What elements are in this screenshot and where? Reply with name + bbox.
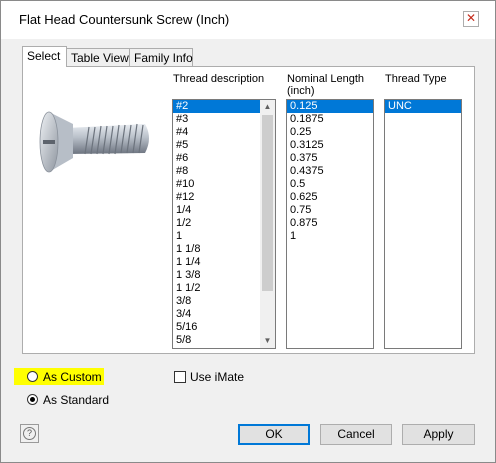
help-button[interactable]: ? bbox=[20, 424, 39, 443]
close-icon: ✕ bbox=[465, 11, 477, 25]
tab-select-label: Select bbox=[27, 49, 61, 63]
use-imate-label: Use iMate bbox=[190, 370, 245, 384]
radio-checked-icon bbox=[27, 394, 38, 405]
scroll-down-arrow-icon[interactable]: ▼ bbox=[260, 334, 275, 348]
thread-description-label: Thread description bbox=[173, 73, 265, 85]
list-item[interactable]: 0.875 bbox=[287, 217, 373, 230]
radio-unchecked-icon bbox=[27, 371, 38, 382]
nominal-length-list[interactable]: 0.125 0.1875 0.25 0.3125 0.375 0.4375 0.5 0.625… bbox=[286, 99, 374, 349]
help-icon: ? bbox=[23, 427, 36, 440]
as-custom-label: As Custom bbox=[43, 370, 102, 384]
tab-table-view-label: Table View bbox=[71, 51, 129, 65]
list-item[interactable]: 1 bbox=[287, 230, 373, 243]
list-item[interactable]: 0.125 bbox=[287, 100, 373, 113]
thread-type-list[interactable]: UNC bbox=[384, 99, 462, 349]
nominal-length-label-line1: Nominal Length bbox=[287, 73, 365, 85]
tab-table-view[interactable]: Table View bbox=[66, 48, 130, 66]
tab-select[interactable]: Select bbox=[22, 46, 67, 67]
as-standard-label: As Standard bbox=[43, 393, 110, 407]
cancel-button[interactable]: Cancel bbox=[320, 424, 392, 445]
checkbox-unchecked-icon bbox=[174, 371, 186, 383]
tab-family-info-label: Family Info bbox=[134, 51, 193, 65]
scrollbar-thumb[interactable] bbox=[262, 115, 273, 291]
list-item[interactable]: UNC bbox=[385, 100, 461, 113]
thread-type-label: Thread Type bbox=[385, 73, 447, 85]
scroll-up-arrow-icon[interactable]: ▲ bbox=[260, 100, 275, 114]
ok-button[interactable]: OK bbox=[238, 424, 310, 445]
apply-button[interactable]: Apply bbox=[402, 424, 475, 445]
list-item[interactable]: 0.4375 bbox=[287, 165, 373, 178]
thread-description-scrollbar[interactable]: ▲ ▼ bbox=[260, 100, 275, 348]
list-item[interactable]: 0.375 bbox=[287, 152, 373, 165]
list-item[interactable]: 0.625 bbox=[287, 191, 373, 204]
list-item[interactable]: 0.3125 bbox=[287, 139, 373, 152]
window-title: Flat Head Countersunk Screw (Inch) bbox=[19, 12, 230, 27]
screw-preview-image bbox=[39, 111, 149, 173]
close-button[interactable]: ✕ bbox=[463, 11, 479, 27]
list-item[interactable]: 0.75 bbox=[287, 204, 373, 217]
nominal-length-label-line2: (inch) bbox=[287, 85, 315, 97]
list-item[interactable]: 0.25 bbox=[287, 126, 373, 139]
thread-description-list[interactable]: #2 #3 #4 #5 #6 #8 #10 #12 1/4 1/2 1 1 1/8 1 1/4 1 3/8… bbox=[172, 99, 276, 349]
tab-family-info[interactable]: Family Info bbox=[129, 48, 193, 66]
list-item[interactable]: 0.1875 bbox=[287, 113, 373, 126]
list-item[interactable]: 0.5 bbox=[287, 178, 373, 191]
title-bar: Flat Head Countersunk Screw (Inch) ✕ bbox=[1, 1, 495, 39]
